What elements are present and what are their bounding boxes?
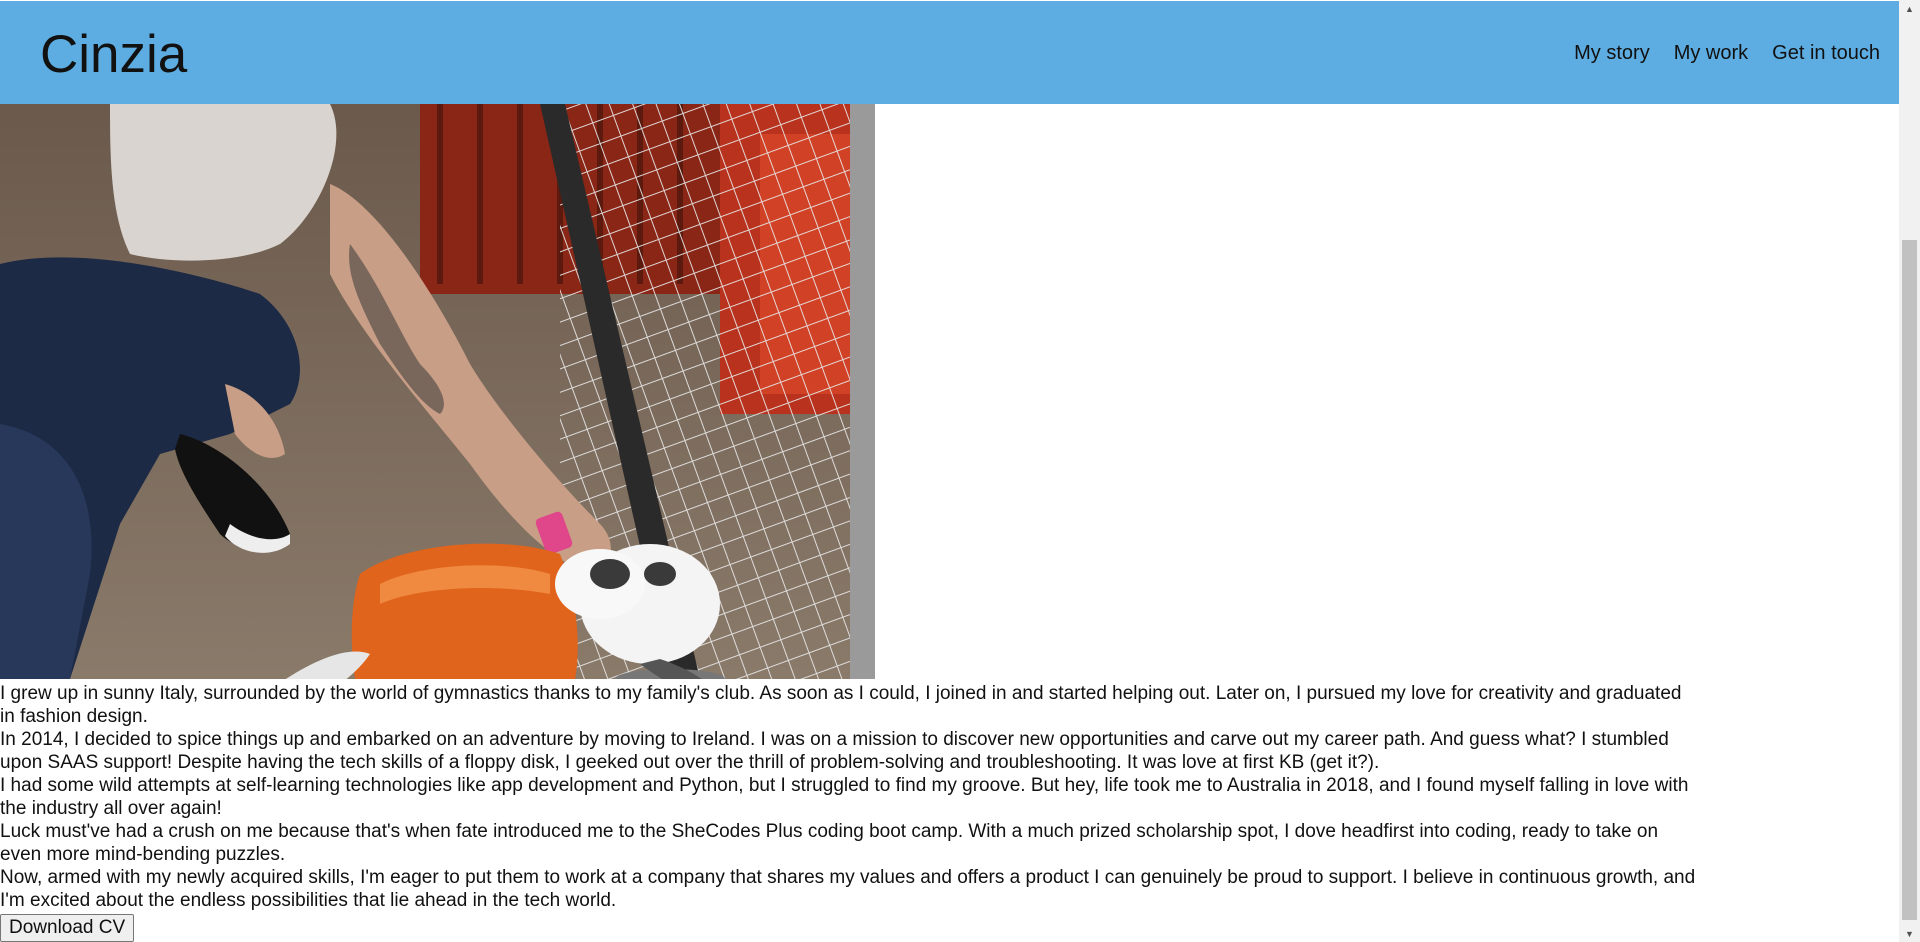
scroll-up-arrow-icon[interactable]: ▲: [1899, 0, 1920, 17]
bio-text: I grew up in sunny Italy, surrounded by …: [0, 682, 1700, 912]
profile-photo-illustration: [0, 104, 875, 679]
site-logo[interactable]: Cinzia: [40, 25, 187, 85]
bio-paragraph: Now, armed with my newly acquired skills…: [0, 867, 1696, 911]
nav-link-my-story[interactable]: My story: [1574, 39, 1650, 67]
scroll-down-arrow-icon[interactable]: ▼: [1899, 925, 1920, 942]
nav-link-my-work[interactable]: My work: [1674, 39, 1748, 67]
bio-paragraph: In 2014, I decided to spice things up an…: [0, 729, 1669, 773]
page-scrollbar[interactable]: ▲ ▼: [1899, 0, 1920, 942]
bio-paragraph: Luck must've had a crush on me because t…: [0, 821, 1659, 865]
site-header: Cinzia My story My work Get in touch: [0, 1, 1899, 104]
scrollbar-thumb[interactable]: [1902, 240, 1917, 920]
download-cv-button[interactable]: Download CV: [0, 914, 135, 942]
main-nav: My story My work Get in touch: [1550, 39, 1880, 67]
bio-paragraph: I grew up in sunny Italy, surrounded by …: [0, 683, 1682, 727]
nav-link-get-in-touch[interactable]: Get in touch: [1772, 39, 1880, 67]
bio-paragraph: I had some wild attempts at self-learnin…: [0, 775, 1689, 819]
profile-photo: [0, 104, 875, 679]
